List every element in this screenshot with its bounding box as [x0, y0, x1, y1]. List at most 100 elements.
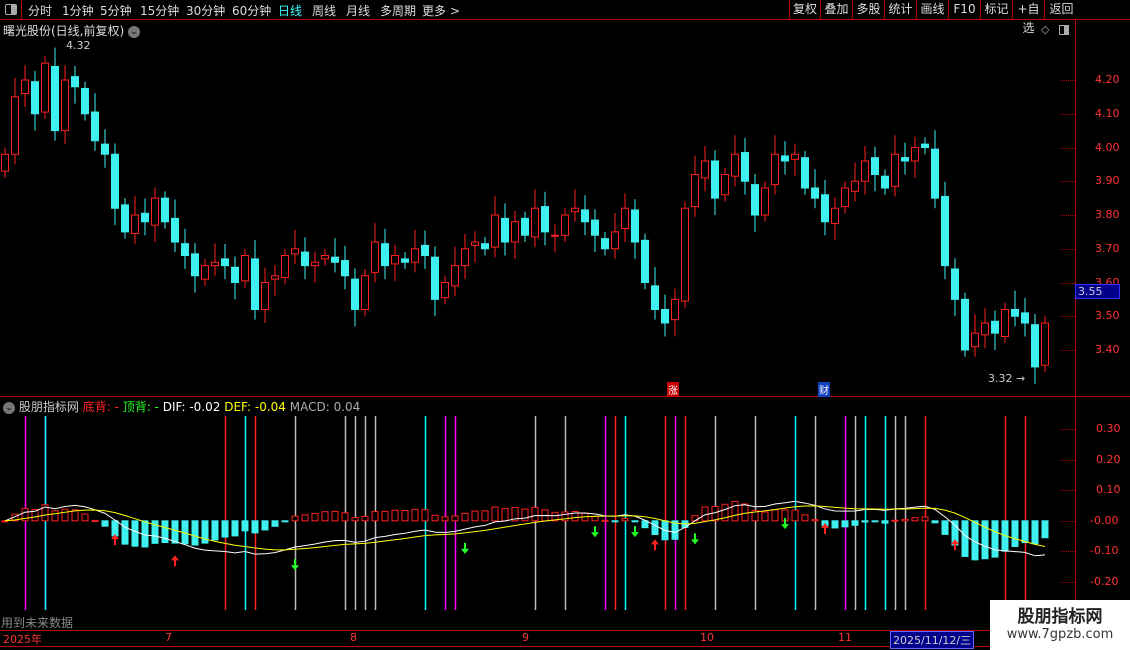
macd-bar: [731, 500, 739, 522]
candle-up: [211, 261, 219, 267]
high-marker: 4.32: [66, 39, 91, 52]
candle-down: [401, 258, 409, 263]
date-label: 11: [838, 631, 852, 644]
candle-up: [391, 255, 399, 265]
candle-up: [531, 207, 539, 238]
candle-up: [11, 96, 19, 155]
macd-bar: [451, 515, 459, 522]
gridline: [1060, 215, 1075, 216]
macd-bar: [391, 509, 399, 522]
date-label: 8: [350, 631, 357, 644]
candle-up: [1, 153, 9, 172]
macd-bar: [371, 511, 379, 522]
macd-bar: [1011, 520, 1019, 547]
macd-bar: [131, 520, 139, 547]
macd-bar: [911, 517, 919, 522]
candle-down: [811, 187, 819, 199]
cai-tag[interactable]: 财: [818, 382, 830, 397]
candle-down: [541, 206, 549, 233]
macd-bar: [961, 520, 969, 557]
macd-bar: [901, 518, 909, 522]
candle-down: [921, 143, 929, 148]
macd-bar: [321, 511, 329, 522]
candle-down: [801, 157, 809, 189]
candle-up: [551, 234, 559, 237]
price-tick: 3.50: [1095, 309, 1120, 323]
macd-bar: [331, 510, 339, 522]
candle-up: [441, 282, 449, 299]
macd-tick: -0.00: [1090, 513, 1119, 527]
candle-down: [31, 81, 39, 115]
macd-bar: [991, 520, 999, 558]
candle-down: [171, 217, 179, 243]
candle-down: [161, 197, 169, 223]
macd-bar: [111, 520, 119, 537]
gridline: [1060, 459, 1075, 461]
macd-bar: [361, 515, 369, 522]
candle-up: [281, 255, 289, 278]
macd-bar: [801, 514, 809, 522]
candle-down: [231, 266, 239, 283]
price-tick: 3.40: [1095, 343, 1120, 356]
candle-down: [661, 309, 669, 324]
macd-tick: -0.10: [1090, 544, 1119, 558]
candle-up: [201, 265, 209, 280]
indicator-name[interactable]: 股朋指标网: [19, 400, 79, 414]
candle-up: [321, 255, 329, 260]
gridline: [1060, 147, 1075, 149]
macd-bar: [631, 520, 639, 523]
macd-tick: 0.10: [1096, 483, 1121, 497]
candle-down: [591, 219, 599, 236]
panel-divider: [0, 396, 1130, 397]
gridline: [1060, 490, 1075, 492]
candle-down: [251, 258, 259, 310]
macd-bar: [841, 520, 849, 528]
date-label: 2025年: [3, 633, 42, 646]
candle-up: [1001, 309, 1009, 337]
chevron-down-icon[interactable]: ⌄: [3, 401, 15, 414]
watermark: 股朋指标网 www.7gpzb.com: [990, 600, 1130, 650]
zhang-tag[interactable]: 涨: [667, 382, 679, 397]
candle-up: [361, 275, 369, 310]
buy-arrow-icon: [171, 555, 179, 567]
macd-bar: [791, 509, 799, 522]
candle-down: [781, 155, 789, 162]
candle-up: [731, 153, 739, 177]
price-tick: 4.10: [1095, 106, 1120, 120]
gridline: [1060, 282, 1075, 284]
macd-bar: [771, 509, 779, 522]
gridline: [1060, 551, 1075, 553]
candle-up: [571, 207, 579, 213]
macd-bar: [281, 520, 289, 523]
candle-up: [831, 207, 839, 224]
gridline: [1060, 113, 1075, 115]
candle-down: [181, 243, 189, 256]
date-label: 7: [165, 631, 172, 644]
gridline: [1060, 181, 1075, 183]
macd-bar: [191, 520, 199, 546]
macd-bar: [261, 520, 269, 531]
candle-up: [1041, 322, 1049, 366]
macd-bar: [851, 520, 859, 526]
candle-down: [651, 285, 659, 310]
macd-bar: [741, 503, 749, 522]
candle-up: [791, 153, 799, 160]
macd-bar: [531, 506, 539, 522]
candle-up: [971, 332, 979, 348]
candle-down: [581, 209, 589, 223]
candle-down: [381, 243, 389, 267]
candle-down: [121, 204, 129, 233]
watermark-url: www.7gpzb.com: [1006, 627, 1114, 642]
price-tick: 4.00: [1095, 140, 1120, 154]
indicator-header: ⌄ 股朋指标网 底背: - 顶背: - DIF: -0.02 DEF: -0.0…: [3, 398, 360, 415]
candle-up: [291, 248, 299, 255]
candle-down: [111, 153, 119, 209]
candle-down: [871, 157, 879, 175]
low-marker: 3.32 →: [988, 372, 1026, 385]
macd-bar: [601, 519, 609, 522]
candle-down: [1011, 309, 1019, 317]
macd-bar: [211, 520, 219, 541]
macd-bar: [761, 511, 769, 522]
macd-bar: [861, 520, 869, 523]
candle-down: [881, 175, 889, 189]
